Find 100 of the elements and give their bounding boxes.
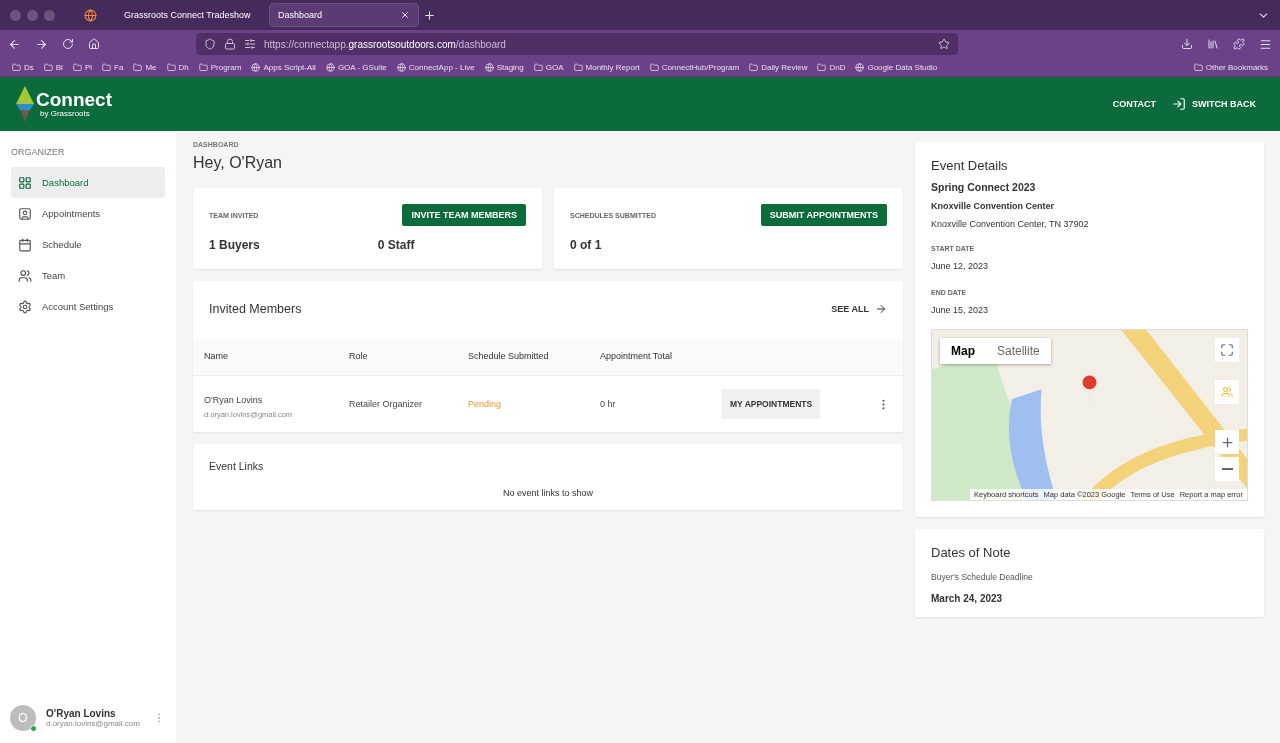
sidebar-item[interactable]: Account Settings — [11, 291, 165, 322]
permissions-icon — [244, 38, 256, 50]
zoom-out-button[interactable] — [1215, 457, 1239, 481]
bookmark-link[interactable]: Program — [198, 62, 242, 72]
site-icon — [325, 62, 335, 72]
column-header: Name — [204, 351, 229, 361]
bookmark-link[interactable]: Fa — [102, 62, 124, 72]
bookmark-link[interactable]: Daily Review — [749, 62, 808, 72]
dashboard-icon — [18, 175, 32, 190]
contact-link[interactable]: CONTACT — [1112, 99, 1156, 109]
bookmark-link[interactable]: GOA - GSuite — [325, 62, 387, 72]
bookmark-link[interactable]: Other Bookmarks — [1193, 62, 1268, 72]
bookmark-link[interactable]: Apps Script-All — [251, 62, 316, 72]
card-title: Invited Members — [209, 302, 302, 316]
map-type-button[interactable]: Map — [940, 338, 986, 364]
card-title: Event Details — [931, 158, 1009, 173]
bookmark-link[interactable]: Monthly Report — [573, 62, 640, 72]
browser-tab[interactable]: Grassroots Connect Tradeshow — [115, 3, 265, 27]
new-tab-icon[interactable] — [423, 8, 436, 22]
library-icon[interactable] — [1207, 38, 1219, 50]
my-appointments-button[interactable]: MY APPOINTMENTS — [722, 389, 821, 419]
settings-icon — [18, 299, 32, 314]
logo-tagline: by Grassroots — [40, 109, 91, 118]
address-bar[interactable]: https://connectapp.grassrootsoutdoors.com/dashboard — [196, 33, 958, 55]
close-icon[interactable] — [400, 10, 410, 20]
bookmark-star-icon[interactable] — [938, 38, 950, 50]
folder-icon — [102, 62, 112, 72]
bookmark-link[interactable]: DnD — [817, 62, 846, 72]
venue-name: Knoxville Convention Center — [931, 201, 1056, 211]
bookmark-link[interactable]: Me — [133, 62, 157, 72]
venue-address: Knoxville Convention Center, TN 37902 — [931, 219, 1090, 229]
note-label: Buyer's Schedule Deadline — [931, 572, 1033, 582]
column-header: Appointment Total — [600, 351, 673, 361]
folder-icon — [817, 62, 827, 72]
download-icon[interactable] — [1181, 38, 1193, 50]
bookmark-link[interactable]: Ds — [12, 62, 34, 72]
people-icon — [18, 268, 32, 283]
user-email: d.oryan.lovins@gmail.com — [46, 719, 141, 728]
home-icon[interactable] — [88, 38, 100, 50]
site-icon — [396, 62, 406, 72]
table-cell-text: Retailer Organizer — [349, 399, 424, 409]
fullscreen-button[interactable] — [1215, 338, 1239, 362]
invite-team-members-button[interactable]: INVITE TEAM MEMBERS — [402, 204, 526, 226]
see-all-link[interactable]: SEE ALL — [831, 303, 887, 315]
card-title: Event Links — [209, 460, 265, 472]
buyers-count: 1 Buyers — [209, 238, 260, 252]
reload-icon[interactable] — [62, 38, 74, 50]
note-date: March 24, 2023 — [931, 593, 1003, 604]
column-header: Role — [349, 351, 369, 361]
folder-icon — [72, 62, 82, 72]
sidebar-item[interactable]: Dashboard — [11, 167, 165, 198]
bookmark-link[interactable]: Bl — [43, 62, 63, 72]
site-icon — [484, 62, 494, 72]
folder-icon — [12, 62, 21, 72]
switch-back-link[interactable]: SWITCH BACK — [1172, 97, 1256, 111]
bookmark-link[interactable]: Dh — [166, 62, 189, 72]
sidebar-item[interactable]: Team — [11, 260, 165, 291]
site-icon — [251, 62, 261, 72]
arrow-icon — [875, 303, 887, 315]
submit-appointments-button[interactable]: SUBMIT APPOINTMENTS — [760, 204, 887, 226]
browser-tab[interactable]: Dashboard — [269, 3, 419, 27]
sidebar-item[interactable]: Schedule — [11, 229, 165, 260]
schedules-count: 0 of 1 — [570, 238, 603, 252]
bookmark-link[interactable]: Google Data Studio — [855, 62, 938, 72]
bookmark-link[interactable]: Staging — [484, 62, 524, 72]
section-heading: ORGANIZER — [11, 147, 66, 157]
user-avatar: O — [10, 705, 36, 731]
page-title: Hey, O'Ryan — [193, 154, 283, 172]
bookmark-link[interactable]: ConnectApp - Live — [396, 62, 475, 72]
forward-icon[interactable] — [35, 37, 48, 51]
folder-icon — [573, 62, 583, 72]
status-text: Pending — [468, 399, 503, 409]
contact-card-icon — [18, 206, 32, 221]
folder-icon — [133, 62, 143, 72]
sidebar-item[interactable]: Appointments — [11, 198, 165, 229]
back-icon[interactable] — [8, 37, 21, 51]
bookmark-link[interactable]: Pi — [72, 62, 93, 72]
member-name: O'Ryan Lovins — [204, 395, 263, 405]
extensions-icon[interactable] — [1233, 38, 1245, 50]
bookmark-link[interactable]: ConnectHub/Program — [649, 62, 740, 72]
minus-icon — [1221, 468, 1233, 470]
folder-icon — [649, 62, 659, 72]
folder-icon — [198, 62, 208, 72]
start-date: June 12, 2023 — [931, 261, 989, 271]
folder-icon — [749, 62, 759, 72]
plus-icon — [1219, 434, 1235, 450]
menu-icon[interactable] — [1259, 37, 1272, 51]
table-cell-text: 0 hr — [600, 399, 617, 409]
folder-icon — [43, 62, 53, 72]
folder-icon — [533, 62, 543, 72]
calendar-icon — [18, 237, 32, 252]
event-name: Spring Connect 2023 — [931, 181, 1037, 193]
zoom-in-button[interactable] — [1215, 430, 1239, 454]
end-date: June 15, 2023 — [931, 305, 989, 315]
bookmark-link[interactable]: GOA — [533, 62, 564, 72]
map-type-button[interactable]: Satellite — [986, 338, 1051, 364]
card-title: Dates of Note — [931, 545, 1012, 560]
switch-icon — [1172, 97, 1186, 111]
logo-icon — [16, 86, 34, 122]
user-name: O'Ryan Lovins — [46, 708, 117, 719]
